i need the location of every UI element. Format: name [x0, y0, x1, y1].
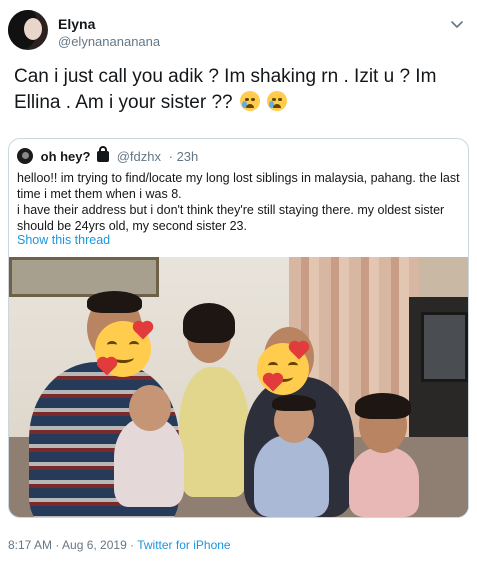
- author-handle[interactable]: @elynanananana: [58, 34, 160, 49]
- tweet-source[interactable]: Twitter for iPhone: [137, 538, 230, 552]
- author-name[interactable]: Elyna: [58, 16, 95, 32]
- author-avatar[interactable]: [8, 10, 48, 50]
- television-icon: [421, 312, 468, 382]
- loudly-crying-face-icon: [239, 91, 260, 111]
- quoted-tweet-header: oh hey? @fdzhx · 23h: [17, 146, 199, 166]
- family-photo[interactable]: [9, 257, 468, 517]
- quoted-author-handle[interactable]: @fdzhx: [117, 149, 161, 164]
- lock-icon: [97, 146, 110, 162]
- tweet-timestamp[interactable]: 8:17 AM · Aug 6, 2019: [8, 538, 127, 552]
- quoted-tweet-line: helloo!! im trying to find/locate my lon…: [17, 171, 460, 201]
- quoted-tweet-line: i have their address but i don't think t…: [17, 203, 445, 233]
- quoted-tweet-text: helloo!! im trying to find/locate my lon…: [17, 170, 465, 234]
- tweet-footer: 8:17 AM · Aug 6, 2019 · Twitter for iPho…: [8, 538, 231, 552]
- footer-separator: ·: [126, 538, 138, 552]
- tweet-body: Can i just call you adik ? Im shaking rn…: [14, 66, 437, 113]
- quoted-tweet[interactable]: oh hey? @fdzhx · 23h helloo!! im trying …: [8, 138, 469, 518]
- chevron-down-icon[interactable]: [449, 16, 465, 32]
- show-thread-link[interactable]: Show this thread: [17, 233, 110, 247]
- quoted-author-avatar[interactable]: [17, 148, 33, 164]
- quoted-author-name[interactable]: oh hey?: [41, 149, 91, 164]
- tweet-header: Elyna @elynanananana: [8, 10, 469, 58]
- tweet-text: Can i just call you adik ? Im shaking rn…: [14, 64, 464, 116]
- quoted-tweet-age: · 23h: [168, 149, 199, 164]
- crying-face-icon: [267, 91, 288, 111]
